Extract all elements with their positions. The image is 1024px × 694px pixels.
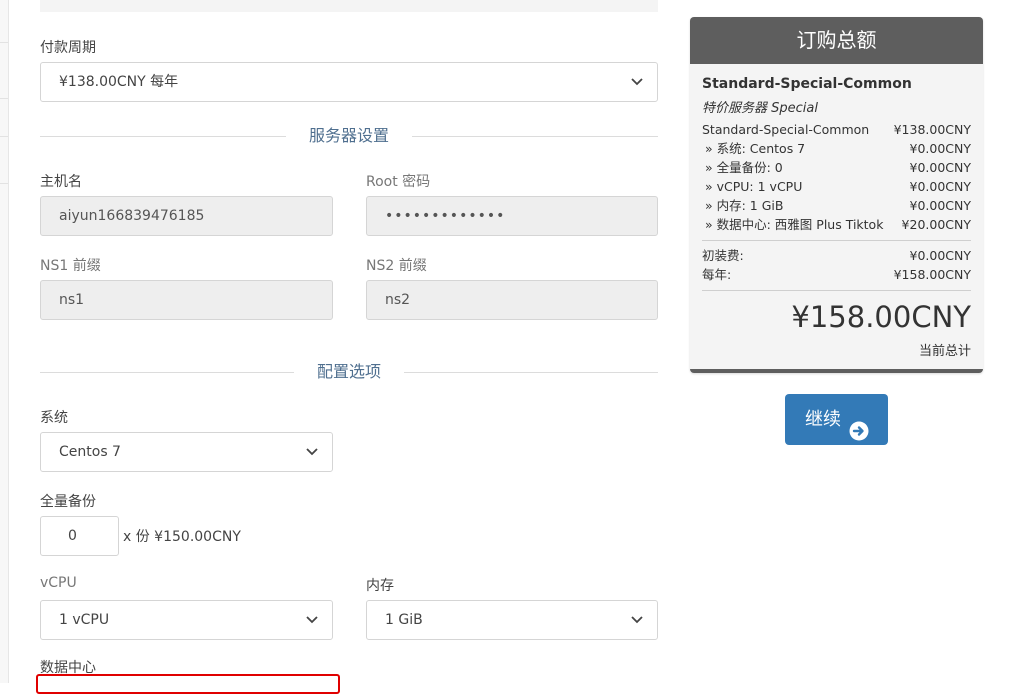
datacenter-select-highlighted[interactable]	[36, 674, 340, 694]
summary-line-label: Standard-Special-Common	[702, 122, 870, 137]
summary-line-label: » 系统: Centos 7	[705, 141, 806, 156]
arrow-circle-right-icon	[849, 410, 869, 461]
vcpu-select[interactable]: 1 vCPU	[40, 600, 333, 640]
memory-value: 1 GiB	[385, 612, 423, 628]
vcpu-value: 1 vCPU	[59, 612, 110, 628]
billing-cycle-value: ¥138.00CNY 每年	[59, 74, 179, 90]
summary-line-base: Standard-Special-Common ¥138.00CNY	[702, 120, 971, 139]
section-title: 配置选项	[316, 362, 381, 381]
summary-line-price: ¥0.00CNY	[909, 248, 972, 263]
ns2-value: ns2	[385, 292, 411, 308]
backup-quantity-value: 0	[68, 528, 77, 544]
summary-line-option: » vCPU: 1 vCPU ¥0.00CNY	[702, 177, 971, 196]
summary-recurring: 每年: ¥158.00CNY	[702, 265, 971, 284]
continue-button-label: 继续	[805, 409, 841, 430]
chevron-down-icon	[306, 601, 318, 624]
os-label: 系统	[40, 410, 68, 426]
billing-cycle-select[interactable]: ¥138.00CNY 每年	[40, 62, 658, 102]
billing-cycle-label: 付款周期	[40, 40, 96, 56]
chevron-down-icon	[631, 63, 643, 86]
top-panel-edge	[40, 0, 658, 12]
order-summary-title: 订购总额	[690, 17, 983, 64]
server-settings-header: 服务器设置	[40, 126, 658, 146]
left-edge-tab[interactable]	[0, 136, 8, 184]
config-options-header: 配置选项	[40, 362, 658, 382]
os-value: Centos 7	[59, 444, 121, 460]
left-edge-panel	[0, 0, 9, 683]
summary-line-label: » 内存: 1 GiB	[705, 198, 784, 213]
summary-divider	[702, 240, 971, 241]
memory-label: 内存	[366, 578, 394, 594]
summary-line-label: 初装费:	[702, 248, 744, 263]
summary-line-option: » 全量备份: 0 ¥0.00CNY	[702, 158, 971, 177]
hostname-value: aiyun166839476185	[59, 208, 205, 224]
summary-line-price: ¥138.00CNY	[893, 122, 971, 137]
summary-setup-fee: 初装费: ¥0.00CNY	[702, 246, 971, 265]
summary-line-price: ¥0.00CNY	[909, 198, 972, 213]
product-group: 特价服务器 Special	[702, 101, 818, 116]
summary-line-label: » 全量备份: 0	[705, 160, 783, 175]
order-total: ¥158.00CNY	[791, 300, 971, 334]
summary-divider	[702, 290, 971, 291]
backup-label: 全量备份	[40, 494, 96, 510]
order-total-label: 当前总计	[918, 344, 971, 359]
summary-line-price: ¥0.00CNY	[909, 179, 972, 194]
summary-bottom-bar	[690, 369, 983, 373]
root-password-input[interactable]: •••••••••••••	[366, 196, 658, 236]
backup-price-suffix: x 份 ¥150.00CNY	[123, 529, 241, 545]
os-select[interactable]: Centos 7	[40, 432, 333, 472]
hostname-input[interactable]: aiyun166839476185	[40, 196, 333, 236]
root-password-label: Root 密码	[366, 174, 431, 190]
summary-line-option: » 系统: Centos 7 ¥0.00CNY	[702, 139, 971, 158]
memory-select[interactable]: 1 GiB	[366, 600, 658, 640]
summary-line-label: » vCPU: 1 vCPU	[705, 179, 803, 194]
vcpu-label: vCPU	[40, 575, 77, 591]
root-password-value: •••••••••••••	[385, 208, 506, 224]
hostname-label: 主机名	[40, 174, 82, 190]
summary-line-price: ¥0.00CNY	[909, 160, 972, 175]
chevron-down-icon	[631, 601, 643, 624]
summary-line-label: » 数据中心: 西雅图 Plus Tiktok	[705, 217, 884, 232]
chevron-down-icon	[306, 433, 318, 456]
backup-quantity-input[interactable]: 0	[40, 516, 119, 556]
continue-button[interactable]: 继续	[785, 394, 888, 445]
summary-line-option: » 数据中心: 西雅图 Plus Tiktok ¥20.00CNY	[702, 215, 971, 234]
ns2-input[interactable]: ns2	[366, 280, 658, 320]
summary-line-price: ¥0.00CNY	[909, 141, 972, 156]
ns2-label: NS2 前缀	[366, 258, 427, 274]
summary-line-price: ¥20.00CNY	[901, 217, 971, 232]
order-summary-panel: 订购总额 Standard-Special-Common 特价服务器 Speci…	[690, 17, 983, 373]
ns1-label: NS1 前缀	[40, 258, 101, 274]
ns1-input[interactable]: ns1	[40, 280, 333, 320]
left-edge-tab[interactable]	[0, 42, 8, 99]
summary-line-label: 每年:	[702, 267, 732, 282]
product-name: Standard-Special-Common	[702, 76, 912, 92]
ns1-value: ns1	[59, 292, 85, 308]
summary-line-option: » 内存: 1 GiB ¥0.00CNY	[702, 196, 971, 215]
summary-line-price: ¥158.00CNY	[893, 267, 971, 282]
section-title: 服务器设置	[308, 126, 389, 145]
